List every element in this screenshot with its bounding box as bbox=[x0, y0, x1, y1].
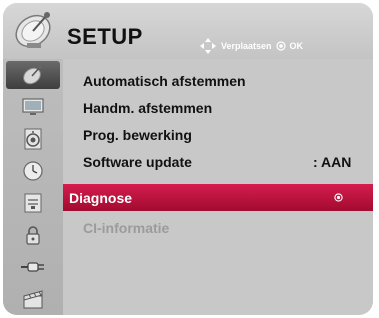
padlock-icon bbox=[26, 226, 40, 245]
menu-item-programme-edit[interactable]: Prog. bewerking bbox=[63, 121, 373, 148]
menu-header: SETUP Verplaatsen OK bbox=[3, 3, 373, 59]
direction-arrows-icon bbox=[200, 38, 216, 54]
category-sidebar bbox=[3, 59, 63, 315]
software-update-value: : AAN bbox=[313, 153, 352, 170]
clock-icon bbox=[23, 161, 43, 181]
menu-item-software-update[interactable]: Software update : AAN bbox=[63, 148, 373, 175]
lock-panel-icon bbox=[24, 193, 42, 213]
sidebar-item-picture[interactable] bbox=[6, 93, 60, 121]
satellite-dish-logo-icon bbox=[15, 12, 51, 48]
menu-item-label: Handm. afstemmen bbox=[83, 99, 213, 116]
sidebar-item-option[interactable] bbox=[6, 189, 60, 217]
connector-icon bbox=[21, 262, 44, 272]
sidebar-item-usb[interactable] bbox=[6, 285, 60, 313]
ok-select-icon bbox=[334, 193, 343, 202]
navigation-hint: Verplaatsen OK bbox=[199, 37, 303, 55]
ok-button-icon bbox=[275, 41, 286, 51]
menu-item-manual-tuning[interactable]: Handm. afstemmen bbox=[63, 94, 373, 121]
hint-ok-label: OK bbox=[289, 41, 304, 51]
page-title: SETUP bbox=[67, 24, 143, 49]
sidebar-item-audio[interactable] bbox=[6, 125, 60, 153]
menu-item-ci-information: CI-informatie bbox=[63, 214, 373, 241]
clapperboard-icon bbox=[23, 290, 43, 309]
sidebar-item-setup[interactable] bbox=[6, 61, 60, 89]
sidebar-item-input[interactable] bbox=[6, 253, 60, 281]
menu-item-label: CI-informatie bbox=[83, 219, 170, 236]
satellite-dish-icon bbox=[23, 65, 42, 85]
menu-item-auto-tuning[interactable]: Automatisch afstemmen bbox=[63, 67, 373, 94]
menu-item-diagnose[interactable]: Diagnose bbox=[63, 184, 373, 211]
monitor-icon bbox=[22, 98, 44, 115]
speaker-icon bbox=[24, 128, 42, 150]
tv-screen: SETUP Verplaatsen OK Automatisch afstemm… bbox=[0, 0, 379, 318]
menu-item-label: Automatisch afstemmen bbox=[83, 72, 246, 89]
setup-menu-list: Automatisch afstemmen Handm. afstemmen P… bbox=[63, 59, 373, 315]
menu-item-label: Diagnose bbox=[69, 189, 133, 206]
hint-move-label: Verplaatsen bbox=[221, 41, 272, 51]
sidebar-item-time[interactable] bbox=[6, 157, 60, 185]
menu-item-label: Prog. bewerking bbox=[83, 126, 192, 143]
menu-item-label: Software update bbox=[83, 153, 192, 170]
setup-menu-panel: SETUP Verplaatsen OK Automatisch afstemm… bbox=[3, 3, 373, 315]
sidebar-item-lock[interactable] bbox=[6, 221, 60, 249]
